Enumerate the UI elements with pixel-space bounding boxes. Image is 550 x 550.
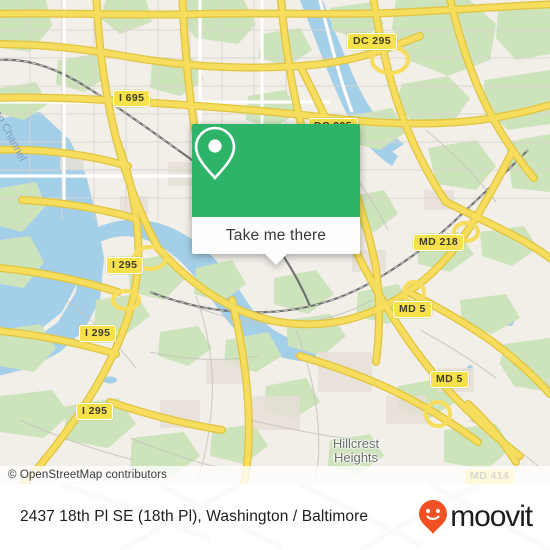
road-shield-i-295-north: I 295 bbox=[106, 257, 144, 274]
moovit-wordmark: moovit bbox=[450, 500, 533, 533]
take-me-there-button[interactable]: Take me there bbox=[192, 217, 360, 265]
moovit-pin-smiley-icon bbox=[419, 500, 448, 534]
take-me-there-label: Take me there bbox=[225, 226, 327, 244]
road-shield-md-5-south: MD 5 bbox=[430, 371, 469, 388]
footer-bar: 2437 18th Pl SE (18th Pl), Washington / … bbox=[0, 484, 550, 550]
road-shield-dc-295-north: DC 295 bbox=[347, 33, 398, 50]
location-title: 2437 18th Pl SE (18th Pl), Washington / … bbox=[20, 508, 369, 525]
map-canvas[interactable]: on Channel Hillcrest Heights DC 295 I 69… bbox=[0, 0, 550, 484]
moovit-logo[interactable]: moovit bbox=[418, 499, 533, 535]
road-shield-i-695: I 695 bbox=[113, 90, 151, 107]
road-shield-md-5-north: MD 5 bbox=[393, 301, 432, 318]
road-shield-i-295-south: I 295 bbox=[76, 403, 114, 420]
road-shield-md-218: MD 218 bbox=[413, 234, 465, 251]
map-pin-icon bbox=[194, 126, 236, 180]
place-label-hillcrest-heights: Hillcrest Heights bbox=[332, 436, 380, 465]
location-popup[interactable]: Take me there bbox=[192, 124, 360, 265]
road-shield-i-295-mid: I 295 bbox=[79, 325, 117, 342]
popup-icon-area bbox=[192, 124, 360, 217]
map-screenshot: on Channel Hillcrest Heights DC 295 I 69… bbox=[0, 0, 550, 550]
popup-tail bbox=[265, 254, 287, 265]
osm-attribution[interactable]: © OpenStreetMap contributors bbox=[0, 466, 550, 484]
